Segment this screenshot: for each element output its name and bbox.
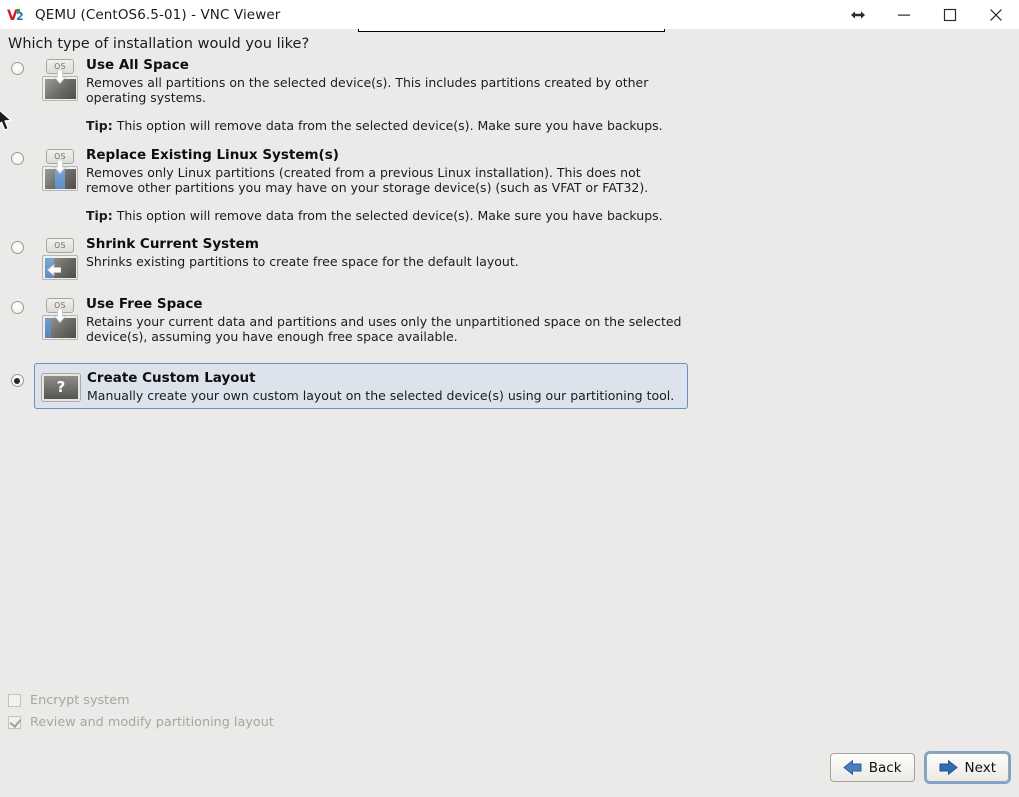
window-title: QEMU (CentOS6.5-01) - VNC Viewer <box>35 6 281 23</box>
text-cell: Shrink Current System Shrinks existing p… <box>86 235 1019 269</box>
icon-cell: OS <box>34 146 86 191</box>
window-controls <box>835 0 1019 29</box>
icon-cell: ? <box>35 369 87 401</box>
close-button[interactable] <box>973 0 1019 29</box>
disk-custom-layout-icon: ? <box>42 374 80 401</box>
radio-cell[interactable] <box>0 363 34 387</box>
text-cell: Replace Existing Linux System(s) Removes… <box>86 146 1019 223</box>
os-tab-label: OS <box>46 238 74 253</box>
storage-device-combobox-partial[interactable] <box>358 29 665 32</box>
option-description: Removes all partitions on the selected d… <box>86 75 649 105</box>
resize-arrows-icon[interactable] <box>835 0 881 29</box>
radio-cell[interactable] <box>0 295 34 314</box>
option-row-use-all-space[interactable]: OS Use All Space Removes all partitions … <box>0 56 1019 146</box>
options-checkbox-group: Encrypt system Review and modify partiti… <box>8 689 274 733</box>
checkbox-review-and-modify-partitioning-layout[interactable] <box>8 715 21 729</box>
option-body[interactable]: OS Use Free Space Retains your current d… <box>34 295 1019 344</box>
option-row-use-free-space[interactable]: OS Use Free Space Retains your current d… <box>0 295 1019 363</box>
option-title: Replace Existing Linux System(s) <box>86 147 339 163</box>
back-button[interactable]: Back <box>829 753 915 782</box>
arrow-down-icon <box>53 159 67 175</box>
option-tip-label: Tip: <box>86 208 113 223</box>
icon-cell: OS <box>34 235 86 280</box>
text-cell: Create Custom Layout Manually create you… <box>87 369 687 403</box>
option-body-selected[interactable]: ? Create Custom Layout Manually create y… <box>34 363 688 409</box>
checkbox-label-encrypt-system: Encrypt system <box>30 692 130 708</box>
partition-segment-blue <box>44 317 52 338</box>
option-body[interactable]: OS Use All Space Removes all partitions … <box>34 56 1019 133</box>
minimize-button[interactable] <box>881 0 927 29</box>
radio-cell[interactable] <box>0 146 34 165</box>
radio-create-custom-layout[interactable] <box>10 374 24 387</box>
disk-free-space-icon: OS <box>40 298 80 340</box>
next-button[interactable]: Next <box>925 753 1009 782</box>
option-row-create-custom-layout[interactable]: ? Create Custom Layout Manually create y… <box>0 363 1019 413</box>
option-title: Use All Space <box>86 57 189 73</box>
option-title: Shrink Current System <box>86 236 259 252</box>
icon-cell: OS <box>34 56 86 101</box>
window-titlebar: V 2 QEMU (CentOS6.5-01) - VNC Viewer <box>0 0 1019 29</box>
option-title: Create Custom Layout <box>87 370 256 386</box>
arrow-left-icon <box>842 760 862 775</box>
option-description: Retains your current data and partitions… <box>86 314 682 344</box>
back-button-label: Back <box>868 759 902 776</box>
option-description: Removes only Linux partitions (created f… <box>86 165 649 195</box>
installation-type-option-list: OS Use All Space Removes all partitions … <box>0 56 1019 413</box>
arrow-down-icon <box>53 308 67 324</box>
footer-button-bar: Back Next <box>829 753 1009 782</box>
checkbox-row-review-and-modify-partitioning-layout[interactable]: Review and modify partitioning layout <box>8 711 274 733</box>
radio-shrink-current-system[interactable] <box>10 241 24 254</box>
option-body[interactable]: OS Shrink Current System Shrinks existin… <box>34 235 1019 280</box>
option-description: Shrinks existing partitions to create fr… <box>86 254 519 269</box>
maximize-button[interactable] <box>927 0 973 29</box>
icon-cell: OS <box>34 295 86 340</box>
option-tip-text: This option will remove data from the se… <box>116 208 663 223</box>
page-title: Which type of installation would you lik… <box>8 36 310 52</box>
text-cell: Use Free Space Retains your current data… <box>86 295 1019 344</box>
option-title: Use Free Space <box>86 296 203 312</box>
vnc-logo-icon: V 2 <box>7 6 27 24</box>
disk-replace-linux-icon: OS <box>40 149 80 191</box>
arrow-left-icon <box>46 261 62 277</box>
radio-replace-existing-linux-systems[interactable] <box>10 152 24 165</box>
radio-use-free-space[interactable] <box>10 301 24 314</box>
checkbox-encrypt-system[interactable] <box>8 693 21 707</box>
arrow-down-icon <box>53 69 67 85</box>
radio-cell[interactable] <box>0 56 34 75</box>
arrow-right-icon <box>939 760 958 775</box>
checkbox-row-encrypt-system[interactable]: Encrypt system <box>8 689 274 711</box>
radio-cell[interactable] <box>0 235 34 254</box>
vnc-canvas[interactable]: Which type of installation would you lik… <box>0 29 1019 797</box>
option-tip: Tip: This option will remove data from t… <box>86 208 1009 223</box>
text-cell: Use All Space Removes all partitions on … <box>86 56 1019 133</box>
option-tip-label: Tip: <box>86 118 113 133</box>
radio-use-all-space[interactable] <box>10 62 24 75</box>
option-row-replace-existing-linux-systems[interactable]: OS Replace Existing Linux System(s) Remo… <box>0 146 1019 235</box>
disk-erase-all-icon: OS <box>40 59 80 101</box>
option-body[interactable]: OS Replace Existing Linux System(s) Remo… <box>34 146 1019 223</box>
next-button-label: Next <box>964 759 996 776</box>
disk-shrink-icon: OS <box>40 238 80 280</box>
option-row-shrink-current-system[interactable]: OS Shrink Current System Shrinks existin… <box>0 235 1019 295</box>
option-tip-text: This option will remove data from the se… <box>116 118 663 133</box>
option-tip: Tip: This option will remove data from t… <box>86 118 1009 133</box>
checkbox-label-review-and-modify-partitioning-layout: Review and modify partitioning layout <box>30 714 274 730</box>
option-description: Manually create your own custom layout o… <box>87 388 675 403</box>
